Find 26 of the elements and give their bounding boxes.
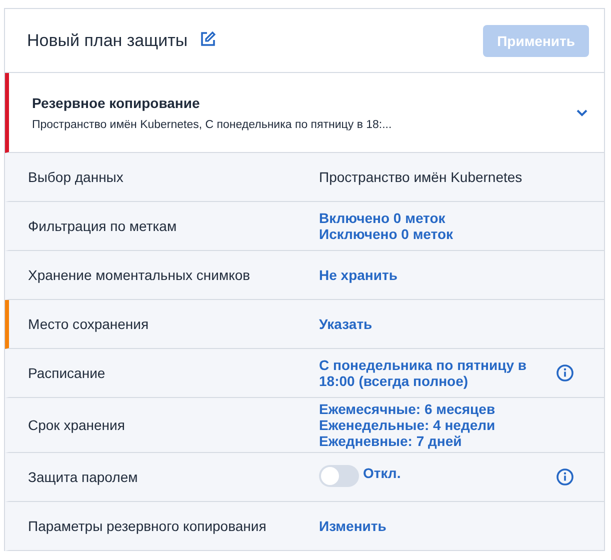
- value-link[interactable]: Указать: [319, 316, 372, 332]
- chevron-down-icon[interactable]: [576, 108, 588, 116]
- row-label: Защита паролем: [28, 469, 138, 485]
- value-link[interactable]: Исключено 0 меток: [319, 226, 454, 242]
- value-link[interactable]: Ежедневные: 7 дней: [319, 433, 462, 449]
- row-label: Параметры резервного копирования: [28, 518, 266, 534]
- info-icon[interactable]: [556, 468, 574, 486]
- toggle-state: Откл.: [363, 465, 401, 481]
- value-link[interactable]: С понедельника по пятницу в 18:00 (всегда полное): [319, 357, 549, 389]
- row-label: Хранение моментальных снимков: [28, 267, 250, 283]
- info-icon[interactable]: [556, 364, 574, 382]
- value-link[interactable]: Не хранить: [319, 267, 398, 283]
- value-link[interactable]: Еженедельные: 4 недели: [319, 417, 496, 433]
- row-label: Место сохранения: [28, 316, 149, 332]
- value-link[interactable]: Изменить: [319, 518, 386, 534]
- value-link[interactable]: Ежемесячные: 6 месяцев: [319, 401, 496, 417]
- plan-title: Новый план защиты: [27, 30, 188, 50]
- row-label: Срок хранения: [28, 417, 125, 433]
- section-title: Резервное копирование: [32, 94, 201, 110]
- toggle-switch[interactable]: [319, 465, 359, 487]
- row-label: Расписание: [28, 365, 106, 381]
- row-label: Выбор данных: [28, 169, 124, 185]
- section-summary: Пространство имён Kubernetes, С понедельника по пятницу в 18:...: [32, 118, 393, 130]
- value-link[interactable]: Включено 0 меток: [319, 210, 446, 226]
- row-value: Пространство имён Kubernetes: [319, 169, 522, 185]
- row-label: Фильтрация по меткам: [28, 218, 177, 234]
